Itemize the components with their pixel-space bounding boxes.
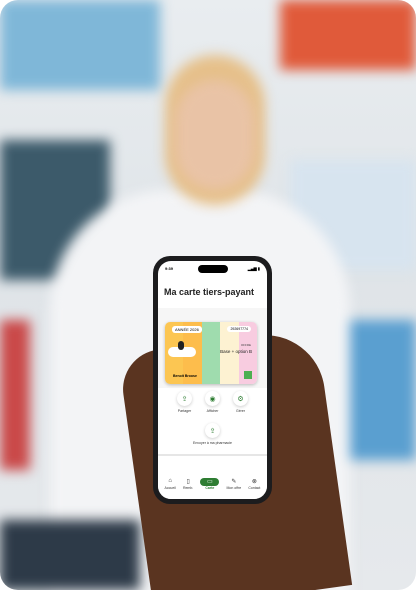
share-icon: ⇪	[177, 391, 192, 406]
tab-label: Remb.	[182, 486, 194, 490]
home-icon: ⌂	[168, 478, 172, 484]
phone-screen: 9:39 ▂▄▆ ▮ Ma carte tiers-payant ANNÉE 20…	[158, 261, 267, 499]
tab-mon-offre[interactable]: ✎ Mon offre	[226, 478, 241, 490]
show-label: Afficher	[206, 409, 219, 413]
gear-icon: ⚙	[233, 391, 248, 406]
manage-label: Gérer	[236, 409, 245, 413]
manage-button[interactable]: ⚙ Gérer	[231, 391, 251, 413]
tab-label: Accueil	[164, 486, 176, 490]
send-to-pharmacy-button[interactable]: ⇪ Envoyer à ma pharmacie	[158, 423, 267, 445]
page-title: Ma carte tiers-payant	[164, 287, 255, 297]
insurer-logo	[244, 371, 252, 379]
card-illustration	[168, 341, 196, 357]
counter	[0, 520, 140, 590]
card-icon: ▭	[200, 478, 220, 486]
divider	[158, 454, 267, 456]
contact-icon: ⊗	[251, 479, 257, 485]
share-button[interactable]: ⇪ Partager	[175, 391, 195, 413]
card-holder: Benoit Broose	[173, 374, 197, 378]
share-label: Partager	[177, 409, 192, 413]
pharmacy-photo: 9:39 ▂▄▆ ▮ Ma carte tiers-payant ANNÉE 20…	[0, 0, 416, 590]
card-actions: ⇪ Partager ◉ Afficher ⚙ Gérer	[158, 391, 267, 413]
signal-battery-icon: ▂▄▆ ▮	[247, 266, 260, 271]
card-number: 292697774	[227, 326, 251, 332]
status-bar: 9:39 ▂▄▆ ▮	[165, 266, 260, 271]
shelf-boxes	[280, 0, 416, 70]
tab-label: Contact	[248, 486, 261, 490]
status-time: 9:39	[165, 266, 174, 271]
document-icon: ▯	[186, 479, 190, 485]
eye-icon: ◉	[205, 391, 220, 406]
tab-contact[interactable]: ⊗ Contact	[248, 478, 260, 490]
shelf-boxes	[0, 0, 160, 90]
send-label: Envoyer à ma pharmacie	[193, 441, 232, 445]
tab-accueil[interactable]: ⌂ Accueil	[165, 478, 176, 490]
share-icon: ⇪	[205, 423, 220, 438]
tab-remb[interactable]: ▯ Remb.	[183, 478, 193, 490]
insurance-card[interactable]: ANNÉE 2026 292697774 OFFRE Base + option…	[165, 322, 257, 384]
show-button[interactable]: ◉ Afficher	[203, 391, 223, 413]
tab-label: Carte	[205, 486, 215, 490]
card-offer: Base + option B	[220, 349, 252, 354]
card-year: ANNÉE 2026	[172, 326, 202, 333]
offer-icon: ✎	[231, 479, 237, 485]
card-area: ANNÉE 2026 292697774 OFFRE Base + option…	[158, 308, 267, 388]
tab-carte[interactable]: ▭ Carte	[200, 478, 220, 490]
card-offer-label: OFFRE	[240, 343, 251, 347]
tab-label: Mon offre	[226, 486, 242, 490]
bottom-nav: ⌂ Accueil ▯ Remb. ▭ Carte ✎ Mon offre ⊗ Conta…	[158, 469, 267, 499]
phone: 9:39 ▂▄▆ ▮ Ma carte tiers-payant ANNÉE 20…	[153, 256, 272, 504]
pharmacist-face	[175, 80, 255, 190]
shelf-boxes	[0, 320, 30, 470]
